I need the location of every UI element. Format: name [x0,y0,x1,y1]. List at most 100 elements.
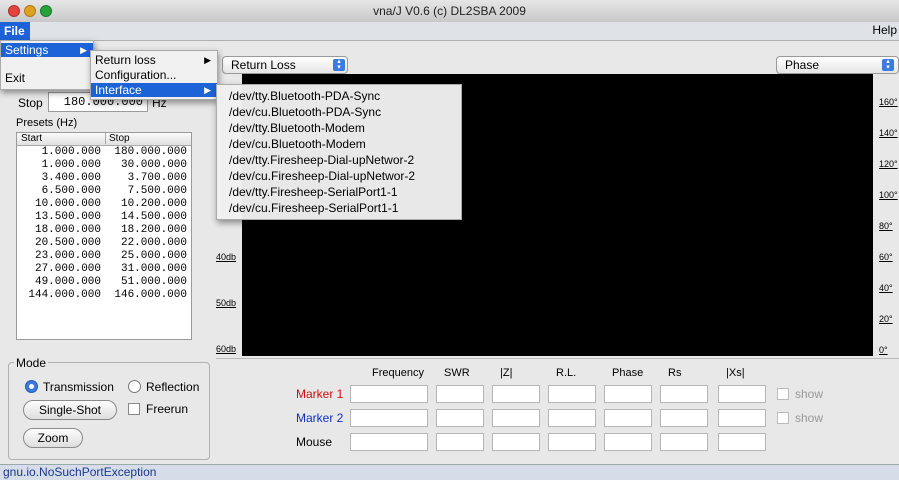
marker-value-field[interactable] [604,409,652,427]
presets-header: Start Stop [17,133,191,146]
table-row[interactable]: 23.000.000 25.000.000 [17,250,191,263]
interface-port-item[interactable]: /dev/tty.Bluetooth-PDA-Sync [225,88,380,104]
table-row[interactable]: 3.400.000 3.700.000 [17,172,191,185]
interface-port-item[interactable]: /dev/cu.Bluetooth-PDA-Sync [225,104,381,120]
menu-interface-label: Interface [95,83,142,97]
submenu-arrow-icon: ▶ [204,85,211,95]
marker-value-field[interactable] [436,385,484,403]
marker-column-header: |Z| [500,367,513,379]
table-row[interactable]: 6.500.000 7.500.000 [17,185,191,198]
left-axis-select[interactable]: Return Loss ▴ ▾ [222,56,348,74]
preset-stop-cell: 30.000.000 [120,159,187,171]
file-dropdown: Settings ▶ Exit [0,40,94,90]
freerun-checkbox[interactable] [128,403,140,415]
table-row[interactable]: 13.500.000 14.500.000 [17,211,191,224]
menu-settings-label: Settings [5,43,49,57]
marker-value-field[interactable] [660,385,708,403]
right-axis-tick: 60° [879,252,893,262]
preset-stop-cell: 14.500.000 [120,211,187,223]
table-row[interactable]: 27.000.000 31.000.000 [17,263,191,276]
menu-interface[interactable]: Interface ▶ [91,83,217,97]
marker-value-field[interactable] [548,409,596,427]
preset-stop-cell: 18.200.000 [120,224,187,236]
preset-stop-cell: 10.200.000 [120,198,187,210]
preset-start-cell: 6.500.000 [41,185,101,197]
interface-port-item[interactable]: /dev/cu.Firesheep-SerialPort1-1 [225,200,398,216]
marker-value-field[interactable] [718,385,766,403]
marker-column-header: SWR [444,367,470,379]
marker-value-field[interactable] [548,385,596,403]
table-row[interactable]: 10.000.000 10.200.000 [17,198,191,211]
reflection-radio[interactable] [128,380,141,393]
freerun-label: Freerun [146,402,189,416]
table-row[interactable]: 144.000.000 146.000.000 [17,289,191,302]
marker-value-field[interactable] [660,433,708,451]
preset-start-cell: 23.000.000 [34,250,101,262]
col-start-header: Start [21,133,43,144]
marker-value-field[interactable] [436,409,484,427]
right-axis-tick: 0° [879,345,888,355]
menu-file[interactable]: File [0,22,30,40]
menu-bar: Help [0,22,899,41]
marker-column-header: |Xs| [726,367,745,379]
interface-port-item[interactable]: /dev/cu.Firesheep-Dial-upNetwor-2 [225,168,415,184]
submenu-arrow-icon: ▶ [204,55,211,65]
marker-value-field[interactable] [492,409,540,427]
preset-start-cell: 10.000.000 [34,198,101,210]
marker-row-label: Marker 2 [296,411,344,425]
table-row[interactable]: 20.500.000 22.000.000 [17,237,191,250]
interface-port-item[interactable]: /dev/tty.Bluetooth-Modem [225,120,365,136]
table-row[interactable]: 1.000.000 180.000.000 [17,146,191,159]
menu-configuration[interactable]: Configuration... [91,68,217,82]
marker-value-field[interactable] [604,385,652,403]
transmission-radio[interactable] [25,380,38,393]
interface-port-item[interactable]: /dev/tty.Firesheep-Dial-upNetwor-2 [225,152,414,168]
marker-show-checkbox[interactable] [777,412,789,424]
marker-value-field[interactable] [718,409,766,427]
right-axis-select[interactable]: Phase ▴ ▾ [776,56,899,74]
marker-value-field[interactable] [436,433,484,451]
marker-value-field[interactable] [548,433,596,451]
right-axis-tick: 40° [879,283,893,293]
interface-port-item[interactable]: /dev/tty.Firesheep-SerialPort1-1 [225,184,398,200]
right-axis-tick: 120° [879,159,898,169]
table-row[interactable]: 18.000.000 18.200.000 [17,224,191,237]
marker-row-label: Marker 1 [296,387,344,401]
table-row[interactable]: 1.000.000 30.000.000 [17,159,191,172]
preset-stop-cell: 25.000.000 [120,250,187,262]
mode-title: Mode [14,356,49,370]
marker-value-field[interactable] [350,433,428,451]
preset-stop-cell: 3.700.000 [127,172,187,184]
marker-value-field[interactable] [604,433,652,451]
marker-column-header: Rs [668,367,682,379]
left-axis-select-value: Return Loss [231,58,296,72]
marker-value-field[interactable] [492,433,540,451]
menu-return-loss-label: Return loss [95,53,156,67]
menu-exit[interactable]: Exit [1,71,93,85]
preset-start-cell: 49.000.000 [34,276,101,288]
preset-start-cell: 3.400.000 [41,172,101,184]
marker-value-field[interactable] [718,433,766,451]
marker-value-field[interactable] [492,385,540,403]
table-row[interactable]: 49.000.000 51.000.000 [17,276,191,289]
single-shot-button[interactable]: Single-Shot [23,400,117,420]
marker-value-field[interactable] [350,409,428,427]
select-stepper-icon: ▴ ▾ [882,58,894,71]
menu-return-loss[interactable]: Return loss ▶ [91,53,217,67]
preset-start-cell: 1.000.000 [41,159,101,171]
interface-port-item[interactable]: /dev/cu.Bluetooth-Modem [225,136,366,152]
interface-submenu: /dev/tty.Bluetooth-PDA-Sync/dev/cu.Bluet… [216,84,462,220]
marker-show-checkbox[interactable] [777,388,789,400]
presets-table[interactable]: Start Stop 1.000.000 180.000.000 1.000.000… [16,132,192,340]
preset-stop-cell: 22.000.000 [120,237,187,249]
right-axis-select-value: Phase [785,58,820,72]
title-bar: vna/J V0.6 (c) DL2SBA 2009 [0,0,899,23]
marker-value-field[interactable] [350,385,428,403]
marker-value-field[interactable] [660,409,708,427]
preset-stop-cell: 146.000.000 [114,289,187,301]
menu-settings[interactable]: Settings ▶ [1,43,93,57]
menu-help[interactable]: Help [872,23,897,37]
preset-stop-cell: 51.000.000 [120,276,187,288]
zoom-button[interactable]: Zoom [23,428,83,448]
preset-stop-cell: 7.500.000 [127,185,187,197]
